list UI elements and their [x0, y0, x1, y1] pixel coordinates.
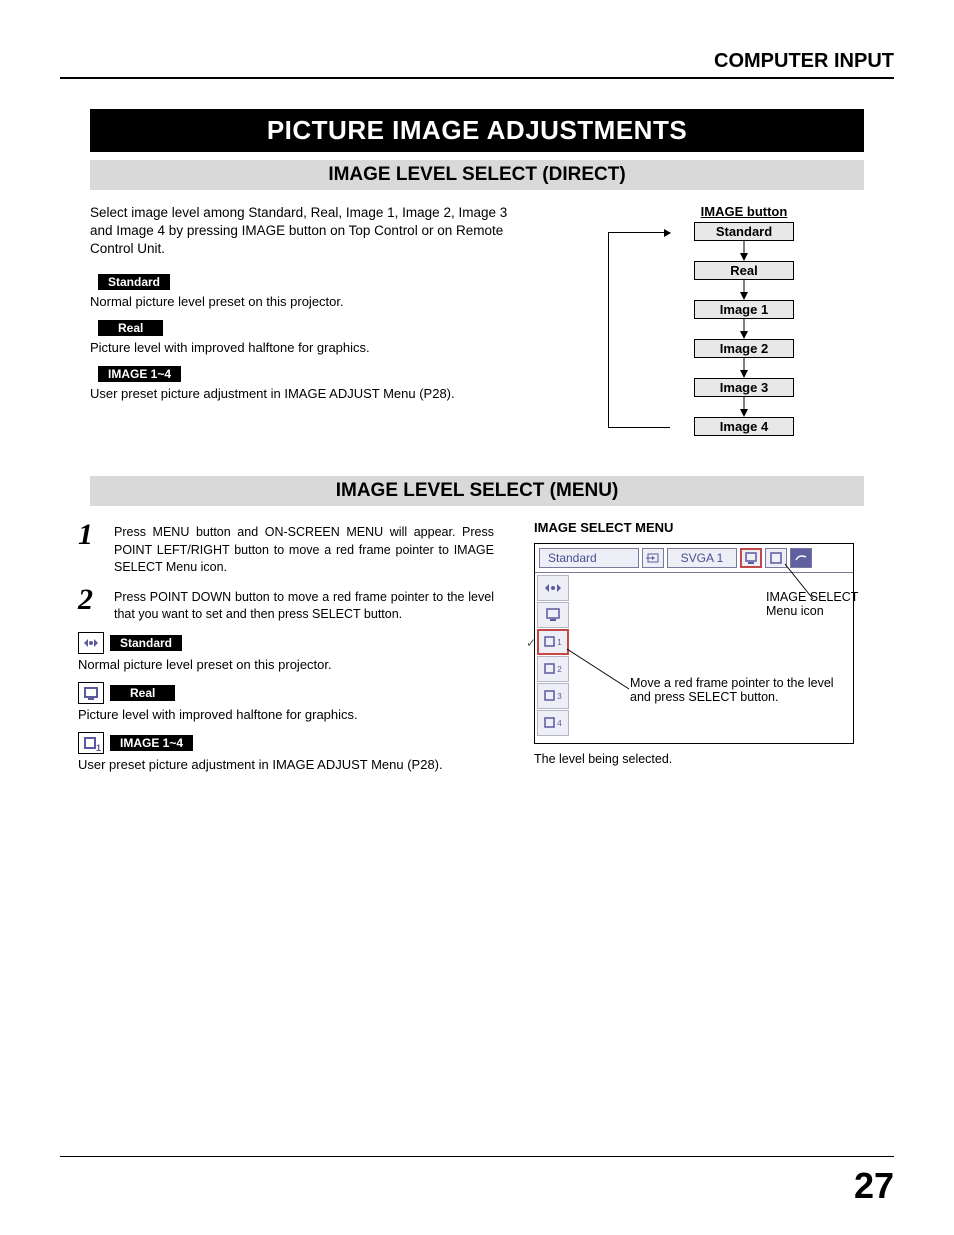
- bottom-rule: [60, 1156, 894, 1157]
- side-icon-image4: 4: [537, 710, 569, 736]
- arrow-down-icon: [739, 241, 749, 261]
- header-section: COMPUTER INPUT: [60, 50, 894, 73]
- mode-desc-standard: Normal picture level preset on this proj…: [90, 294, 534, 309]
- menu-screenshot: Standard SVGA 1: [534, 543, 854, 744]
- section2-heading: IMAGE LEVEL SELECT (MENU): [90, 476, 864, 506]
- menu-side-icons: ✓ 1 2 3 4: [535, 573, 571, 743]
- s2-mode-label-standard: Standard: [110, 635, 182, 651]
- flow-chart: IMAGE button Standard Real Image 1 Image…: [554, 204, 894, 436]
- mode-desc-image14: User preset picture adjustment in IMAGE …: [90, 386, 534, 401]
- menu-topbar: Standard SVGA 1: [535, 544, 853, 573]
- callout-2: Move a red frame pointer to the level an…: [630, 676, 850, 704]
- step-text-1: Press MENU button and ON-SCREEN MENU wil…: [114, 520, 494, 577]
- flow-box-1: Real: [694, 261, 794, 280]
- arrow-down-icon: [739, 358, 749, 378]
- callout-1: IMAGE SELECT Menu icon: [766, 590, 876, 618]
- real-icon: [78, 682, 104, 704]
- check-icon: ✓: [526, 636, 536, 650]
- main-title: PICTURE IMAGE ADJUSTMENTS: [90, 109, 864, 152]
- menu-input-icon: [642, 548, 664, 568]
- menu-screen-icon: [765, 548, 787, 568]
- flow-loop-line: [608, 232, 609, 428]
- standard-icon: [78, 632, 104, 654]
- mode-desc-real: Picture level with improved halftone for…: [90, 340, 534, 355]
- flow-box-0: Standard: [694, 222, 794, 241]
- flow-loop-top: [608, 232, 670, 233]
- mode-label-standard: Standard: [98, 274, 170, 290]
- mode-label-real: Real: [98, 320, 163, 336]
- side-icon-real: [537, 602, 569, 628]
- step-num-2: 2: [78, 585, 114, 615]
- arrow-down-icon: [739, 319, 749, 339]
- side-icon-image1: ✓ 1: [537, 629, 569, 655]
- flow-loop-bottom: [608, 427, 670, 428]
- side-icon-image2: 2: [537, 656, 569, 682]
- step-num-1: 1: [78, 520, 114, 550]
- step-1: 1 Press MENU button and ON-SCREEN MENU w…: [78, 520, 514, 577]
- flow-title: IMAGE button: [701, 204, 788, 219]
- menu-signal-label: SVGA 1: [667, 548, 737, 568]
- flow-box-5: Image 4: [694, 417, 794, 436]
- section1-intro: Select image level among Standard, Real,…: [90, 204, 520, 259]
- menu-setting-icon: [790, 548, 812, 568]
- page-number: 27: [854, 1165, 894, 1207]
- menu-caption: The level being selected.: [534, 752, 894, 766]
- menu-mode-label: Standard: [539, 548, 639, 568]
- image1-icon: 1: [78, 732, 104, 754]
- s2-mode-desc-standard: Normal picture level preset on this proj…: [78, 657, 514, 672]
- step-text-2: Press POINT DOWN button to move a red fr…: [114, 585, 494, 624]
- s2-mode-desc-image14: User preset picture adjustment in IMAGE …: [78, 757, 514, 772]
- flow-box-4: Image 3: [694, 378, 794, 397]
- s2-mode-label-real: Real: [110, 685, 175, 701]
- mode-label-image14: IMAGE 1~4: [98, 366, 181, 382]
- s2-mode-desc-real: Picture level with improved halftone for…: [78, 707, 514, 722]
- side-icon-standard: [537, 575, 569, 601]
- side-icon-image3: 3: [537, 683, 569, 709]
- arrow-down-icon: [739, 280, 749, 300]
- flow-box-3: Image 2: [694, 339, 794, 358]
- menu-heading: IMAGE SELECT MENU: [534, 520, 894, 535]
- flow-box-2: Image 1: [694, 300, 794, 319]
- section1-heading: IMAGE LEVEL SELECT (DIRECT): [90, 160, 864, 190]
- menu-imageselect-icon: [740, 548, 762, 568]
- top-rule: [60, 77, 894, 79]
- arrow-down-icon: [739, 397, 749, 417]
- step-2: 2 Press POINT DOWN button to move a red …: [78, 585, 514, 624]
- s2-mode-label-image14: IMAGE 1~4: [110, 735, 193, 751]
